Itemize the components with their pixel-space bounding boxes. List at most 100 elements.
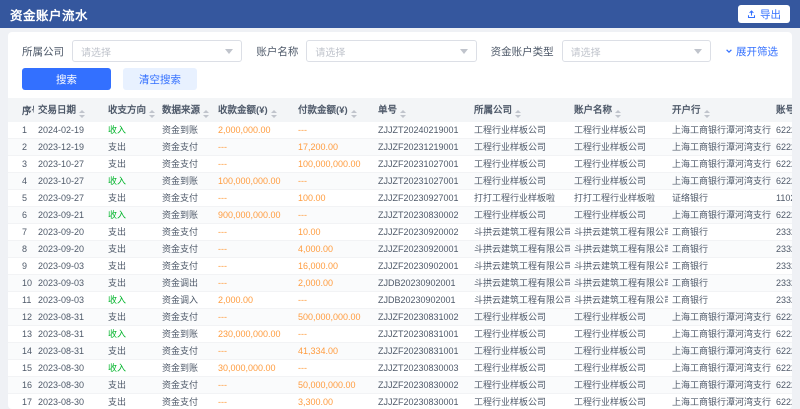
table-row[interactable]: 22023-12-19支出资金支付---17,200.00ZJJZF202312…	[8, 139, 792, 156]
cell-account-name: 工程行业样板公司	[570, 207, 668, 224]
cell-account-name: 工程行业样板公司	[570, 122, 668, 139]
cell-company: 斗拱云建筑工程有限公司	[470, 224, 570, 241]
sort-icon[interactable]	[149, 110, 155, 118]
table-row[interactable]: 152023-08-30收入资金到账30,000,000.00---ZJJZT2…	[8, 360, 792, 377]
cell-receive-amount: ---	[214, 377, 294, 394]
column-header-10[interactable]: 账号	[772, 98, 792, 122]
cell-date: 2023-10-27	[34, 173, 104, 190]
cell-bank: 工商银行	[668, 275, 772, 292]
table-row[interactable]: 172023-08-30支出资金支付---3,300.00ZJJZF202308…	[8, 394, 792, 409]
cell-pay-amount: 41,334.00	[294, 343, 374, 360]
table-row[interactable]: 112023-09-03收入资金调入2,000.00---ZJDB2023090…	[8, 292, 792, 309]
column-header-2[interactable]: 收支方向	[104, 98, 158, 122]
cell-pay-amount: ---	[294, 360, 374, 377]
column-header-8[interactable]: 账户名称	[570, 98, 668, 122]
table-row[interactable]: 32023-10-27支出资金支付---100,000,000.00ZJJZF2…	[8, 156, 792, 173]
sort-icon[interactable]	[615, 110, 621, 118]
cell-account-no: 62223011...	[772, 139, 792, 156]
cell-bank: 上海工商银行潭河湾支行	[668, 122, 772, 139]
cell-index: 11	[8, 292, 34, 309]
column-header-9[interactable]: 开户行	[668, 98, 772, 122]
filter-label: 账户名称	[256, 44, 298, 59]
sort-icon[interactable]	[400, 110, 406, 118]
cell-date: 2023-10-27	[34, 156, 104, 173]
cell-company: 工程行业样板公司	[470, 156, 570, 173]
cell-pay-amount: ---	[294, 292, 374, 309]
company-select[interactable]: 请选择	[72, 40, 242, 62]
cell-bank: 上海工商银行潭河湾支行	[668, 173, 772, 190]
account-name-select[interactable]: 请选择	[306, 40, 476, 62]
column-label: 序号	[22, 106, 34, 117]
table-row[interactable]: 12024-02-19收入资金到账2,000,000.00---ZJJZT202…	[8, 122, 792, 139]
cell-account-no: 62223011...	[772, 122, 792, 139]
sort-icon[interactable]	[79, 110, 85, 118]
export-button[interactable]: 导出	[738, 5, 790, 23]
cell-account-name: 工程行业样板公司	[570, 343, 668, 360]
cell-direction: 支出	[104, 377, 158, 394]
table-row[interactable]: 52023-09-27支出资金支付---100.00ZJJZF202309270…	[8, 190, 792, 207]
cell-date: 2023-08-30	[34, 360, 104, 377]
cell-account-no: 62223011...	[772, 394, 792, 409]
action-bar: 搜索 清空搜索	[8, 62, 792, 90]
cell-date: 2023-12-19	[34, 139, 104, 156]
cell-company: 工程行业样板公司	[470, 122, 570, 139]
cell-index: 13	[8, 326, 34, 343]
cell-source: 资金支付	[158, 224, 214, 241]
clear-search-button[interactable]: 清空搜索	[123, 68, 197, 90]
cell-date: 2023-08-30	[34, 394, 104, 409]
column-header-3[interactable]: 数据来源	[158, 98, 214, 122]
cell-receive-amount: 30,000,000.00	[214, 360, 294, 377]
column-header-4[interactable]: 收款金额(¥)	[214, 98, 294, 122]
cell-company: 斗拱云建筑工程有限公司	[470, 292, 570, 309]
column-header-1[interactable]: 交易日期	[34, 98, 104, 122]
cell-direction: 支出	[104, 190, 158, 207]
table-row[interactable]: 72023-09-20支出资金支付---10.00ZJJZF2023092000…	[8, 224, 792, 241]
table-row[interactable]: 102023-09-03支出资金调出---2,000.00ZJDB2023090…	[8, 275, 792, 292]
cell-direction: 支出	[104, 275, 158, 292]
column-label: 数据来源	[162, 105, 200, 116]
cell-source: 资金支付	[158, 258, 214, 275]
cell-account-no: 23329499...	[772, 275, 792, 292]
cell-receive-amount: ---	[214, 241, 294, 258]
cell-date: 2023-09-03	[34, 258, 104, 275]
sort-icon[interactable]	[351, 110, 357, 118]
cell-date: 2023-09-03	[34, 292, 104, 309]
table-row[interactable]: 132023-08-31收入资金到账230,000,000.00---ZJJZT…	[8, 326, 792, 343]
cell-order-no: ZJDB20230902001	[374, 275, 470, 292]
sort-icon[interactable]	[515, 110, 521, 118]
table-body: 12024-02-19收入资金到账2,000,000.00---ZJJZT202…	[8, 122, 792, 409]
expand-filter-link[interactable]: 展开筛选	[725, 44, 778, 59]
cell-index: 1	[8, 122, 34, 139]
sort-icon[interactable]	[203, 110, 209, 118]
table-row[interactable]: 142023-08-31支出资金支付---41,334.00ZJJZF20230…	[8, 343, 792, 360]
cell-direction: 收入	[104, 326, 158, 343]
cell-order-no: ZJJZF20230831001	[374, 343, 470, 360]
cell-index: 8	[8, 241, 34, 258]
cell-order-no: ZJJZT20230830002	[374, 207, 470, 224]
table-row[interactable]: 82023-09-20支出资金支付---4,000.00ZJJZF2023092…	[8, 241, 792, 258]
table-row[interactable]: 42023-10-27收入资金到账100,000,000.00---ZJJZT2…	[8, 173, 792, 190]
column-header-0: 序号	[8, 98, 34, 122]
cell-account-no: 62223011...	[772, 360, 792, 377]
cell-receive-amount: ---	[214, 258, 294, 275]
column-header-5[interactable]: 付款金额(¥)	[294, 98, 374, 122]
sort-icon[interactable]	[271, 110, 277, 118]
column-header-7[interactable]: 所属公司	[470, 98, 570, 122]
account-type-select[interactable]: 请选择	[562, 40, 711, 62]
column-header-6[interactable]: 单号	[374, 98, 470, 122]
cell-account-name: 工程行业样板公司	[570, 360, 668, 377]
search-button[interactable]: 搜索	[22, 68, 111, 90]
cell-receive-amount: 2,000.00	[214, 292, 294, 309]
cell-source: 资金到账	[158, 122, 214, 139]
table-row[interactable]: 162023-08-30支出资金支付---50,000,000.00ZJJZF2…	[8, 377, 792, 394]
cell-direction: 支出	[104, 139, 158, 156]
cell-index: 16	[8, 377, 34, 394]
sort-icon[interactable]	[704, 110, 710, 118]
cell-account-no: 62223011...	[772, 173, 792, 190]
cell-source: 资金支付	[158, 190, 214, 207]
table-row[interactable]: 92023-09-03支出资金支付---16,000.00ZJJZF202309…	[8, 258, 792, 275]
cell-order-no: ZJJZF20230920001	[374, 241, 470, 258]
table-row[interactable]: 62023-09-21收入资金到账900,000,000.00---ZJJZT2…	[8, 207, 792, 224]
select-placeholder: 请选择	[81, 44, 111, 59]
table-row[interactable]: 122023-08-31支出资金支付---500,000,000.00ZJJZF…	[8, 309, 792, 326]
